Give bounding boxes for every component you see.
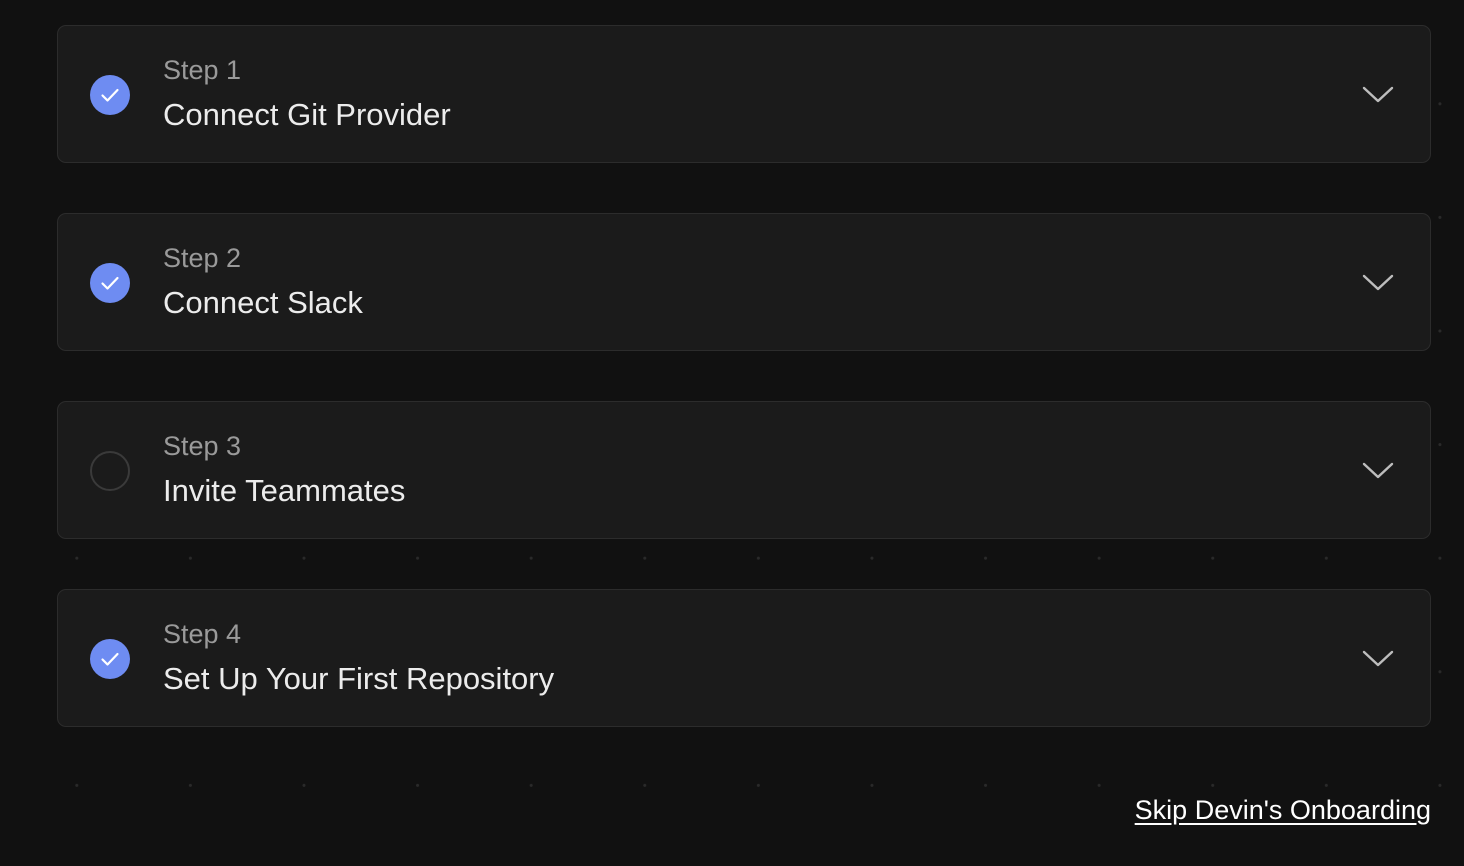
step-number-label: Step 1	[163, 55, 242, 85]
step-text: Step 4 Set Up Your First Repository	[163, 618, 554, 698]
step-number-label: Step 2	[163, 243, 242, 273]
step-complete-check-icon	[90, 263, 130, 303]
chevron-down-icon[interactable]	[1362, 647, 1394, 669]
step-complete-check-icon	[90, 639, 130, 679]
step-text: Step 3 Invite Teammates	[163, 430, 405, 510]
step-card-connect-slack[interactable]: Step 2 Connect Slack	[57, 213, 1431, 351]
step-complete-check-icon	[90, 75, 130, 115]
step-number-label: Step 4	[163, 619, 242, 649]
step-card-invite-teammates[interactable]: Step 3 Invite Teammates	[57, 401, 1431, 539]
skip-onboarding-link[interactable]: Skip Devin's Onboarding	[1135, 795, 1431, 826]
step-text: Step 2 Connect Slack	[163, 242, 363, 322]
step-title: Connect Git Provider	[163, 97, 451, 132]
chevron-down-icon[interactable]	[1362, 271, 1394, 293]
step-title: Invite Teammates	[163, 473, 406, 508]
step-card-connect-git-provider[interactable]: Step 1 Connect Git Provider	[57, 25, 1431, 163]
step-number-label: Step 3	[163, 431, 242, 461]
step-title: Connect Slack	[163, 285, 363, 320]
chevron-down-icon[interactable]	[1362, 459, 1394, 481]
onboarding-steps-list: Step 1 Connect Git Provider Step 2 Conne…	[57, 25, 1431, 777]
step-text: Step 1 Connect Git Provider	[163, 54, 451, 134]
step-card-set-up-first-repository[interactable]: Step 4 Set Up Your First Repository	[57, 589, 1431, 727]
step-incomplete-circle-icon	[90, 451, 130, 491]
step-title: Set Up Your First Repository	[163, 661, 555, 696]
chevron-down-icon[interactable]	[1362, 83, 1394, 105]
